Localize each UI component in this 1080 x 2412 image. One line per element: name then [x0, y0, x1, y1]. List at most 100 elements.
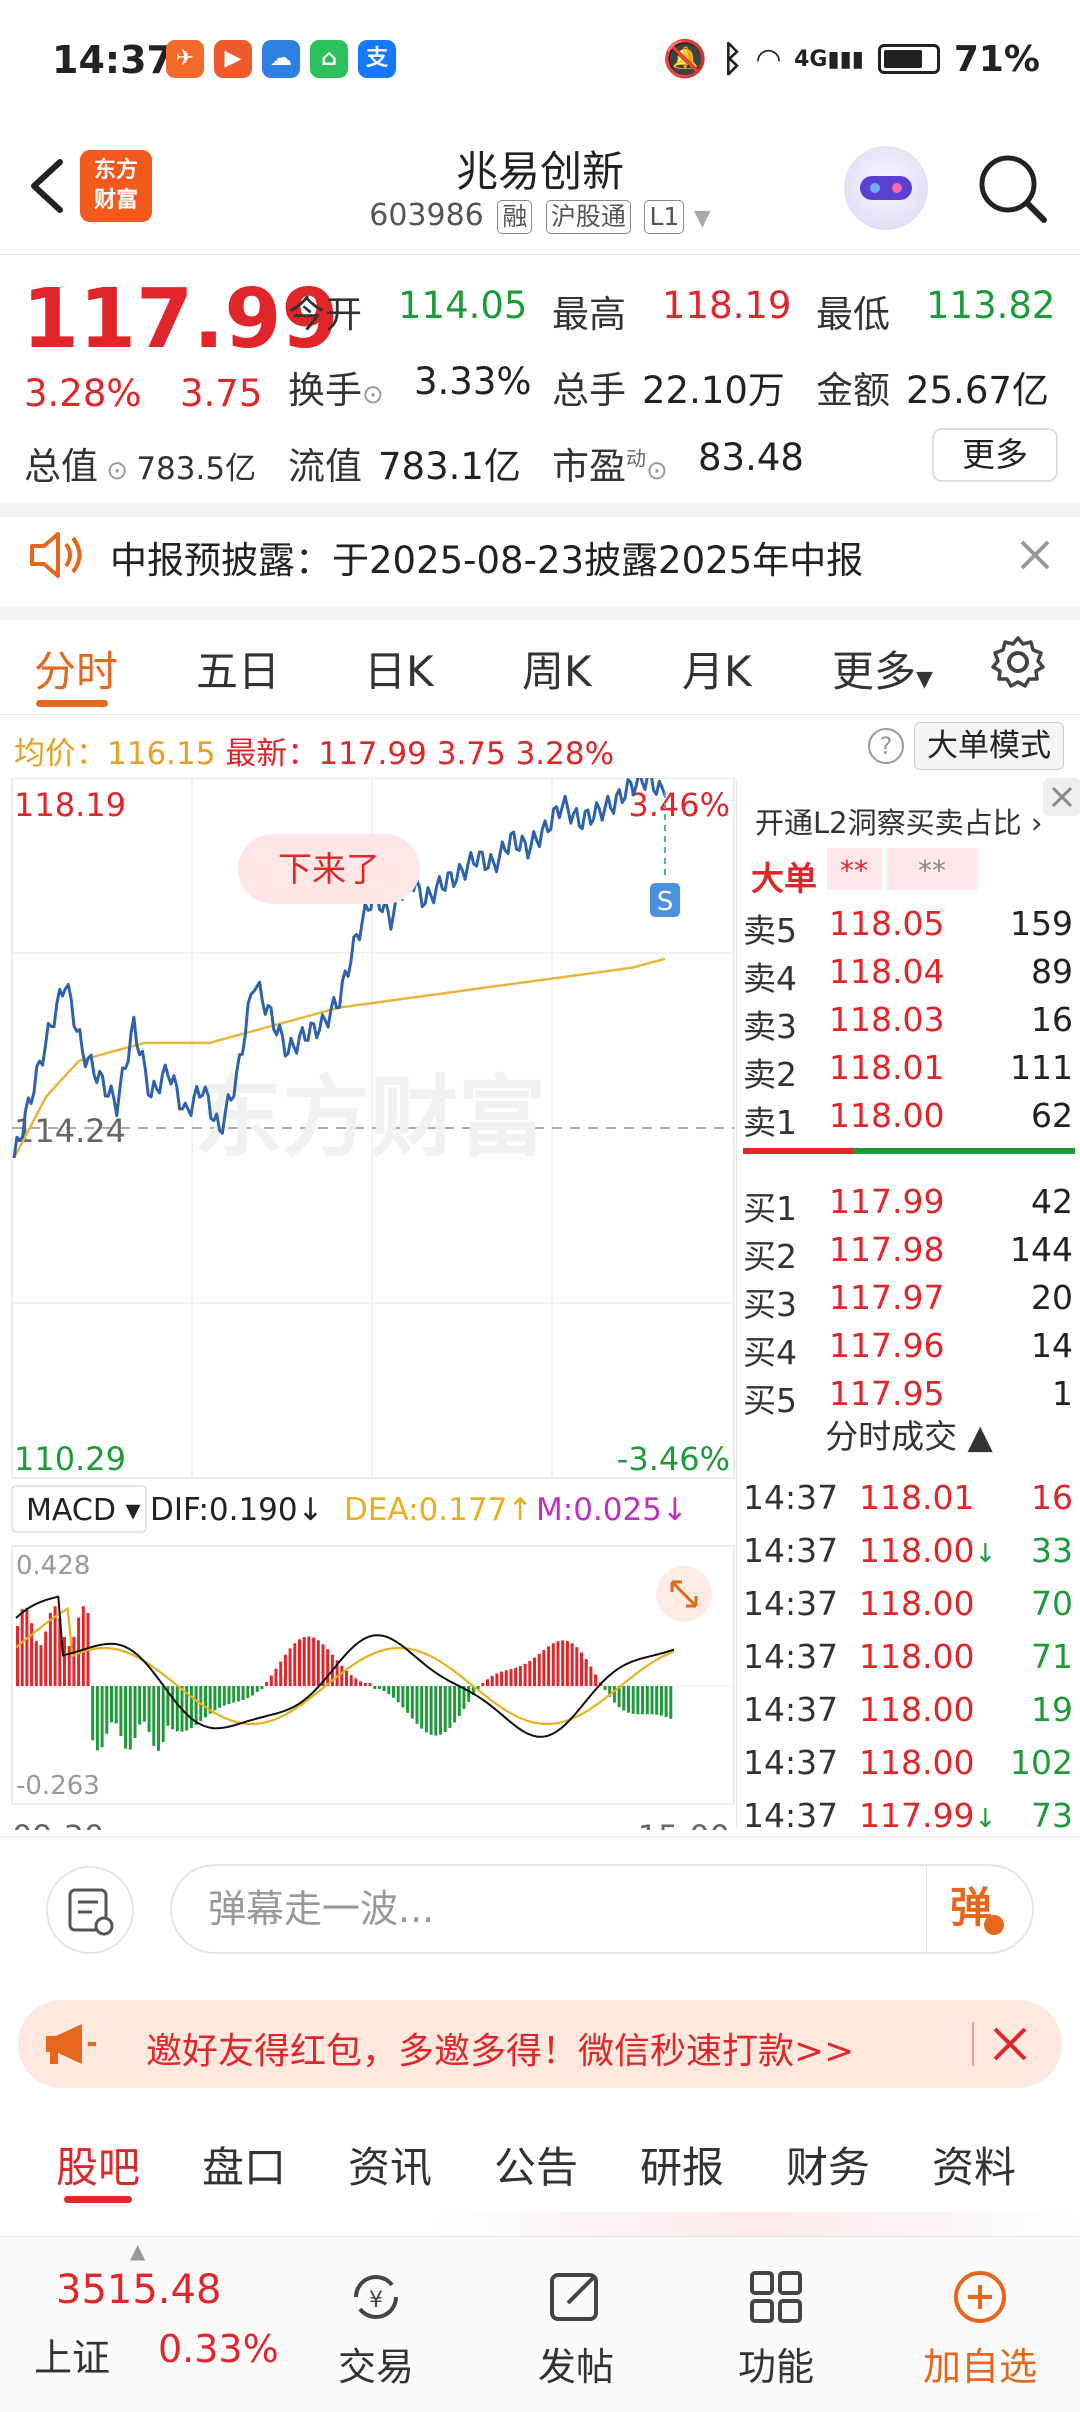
- macd-bar: [218, 1686, 222, 1708]
- macd-bar: [133, 1686, 137, 1738]
- trade-icon: ¥: [354, 2275, 398, 2319]
- intraday-chart[interactable]: 东方财富 118.19 114.24 110.29 3.46% -3.46% 下来了 S MAC…: [0, 769, 736, 1856]
- macd-bar: [293, 1643, 297, 1686]
- tick-price: 117.99↓: [859, 1796, 997, 1835]
- chart-svg: 东方财富 118.19 114.24 110.29 3.46% -3.46% 下来了 S MAC…: [11, 769, 735, 1856]
- tab-daily-k[interactable]: 日K: [364, 638, 434, 699]
- tab-finance[interactable]: 财务: [786, 2134, 870, 2195]
- more-quote-button[interactable]: 更多: [932, 428, 1058, 482]
- tab-announcements[interactable]: 公告: [494, 2134, 578, 2195]
- grid-icon: [750, 2271, 802, 2323]
- l2-insight-link[interactable]: 开通L2洞察买卖占比 ›: [755, 800, 1042, 842]
- tab-profile[interactable]: 资料: [932, 2134, 1016, 2195]
- danmu-settings-icon[interactable]: [46, 1866, 134, 1954]
- tick-volume: 73: [1031, 1796, 1073, 1835]
- bottom-nav: ▲ 3515.48 上证 0.33% ¥ 交易 发帖 功能 加自选: [0, 2236, 1080, 2412]
- pct-max-label: 3.46%: [628, 786, 730, 824]
- turnover-value: 3.33%: [414, 360, 532, 403]
- app-notification-icon: ✈: [166, 40, 204, 78]
- tick-volume: 16: [1031, 1478, 1073, 1517]
- nav-add-watchlist[interactable]: 加自选: [910, 2267, 1050, 2391]
- tick-trades-title[interactable]: 分时成交 ▲: [737, 1410, 1080, 1458]
- tab-more[interactable]: 更多▼: [832, 638, 933, 699]
- buy-ratio-bar: [853, 1148, 1075, 1154]
- macd-bar: [307, 1636, 311, 1686]
- big-order-mode-button[interactable]: 大单模式: [914, 722, 1064, 770]
- macd-bar: [622, 1686, 626, 1711]
- search-icon[interactable]: [976, 152, 1048, 224]
- tick-trade-row: 14:37 118.00 19: [737, 1684, 1080, 1732]
- pe-label: 市盈动⊙: [552, 445, 668, 488]
- macd-bar: [48, 1612, 52, 1686]
- macd-bar: [171, 1686, 175, 1730]
- battery-percent: 71%: [953, 38, 1040, 80]
- row-price: 117.97: [829, 1278, 945, 1317]
- invite-banner[interactable]: 邀好友得红包，多邀多得！微信秒速打款>>: [18, 2000, 1062, 2088]
- battery-icon: [877, 44, 940, 74]
- macd-bar: [194, 1686, 198, 1725]
- nav-trade[interactable]: ¥ 交易: [306, 2267, 446, 2391]
- close-banner-icon[interactable]: [992, 2026, 1028, 2062]
- tab-monthly-k[interactable]: 月K: [682, 638, 752, 699]
- tick-volume: 102: [1010, 1743, 1073, 1782]
- macd-bar: [669, 1686, 673, 1719]
- tab-news[interactable]: 资讯: [348, 2134, 432, 2195]
- divider: [0, 503, 1080, 517]
- tab-order-book[interactable]: 盘口: [202, 2134, 286, 2195]
- macd-bar: [105, 1686, 109, 1734]
- tick-price: 118.00: [859, 1637, 975, 1676]
- macd-bar: [255, 1686, 259, 1692]
- watermark-text: 东方财富: [194, 1066, 546, 1169]
- danmu-input[interactable]: 弹幕走一波...: [170, 1864, 1034, 1954]
- macd-bar: [382, 1686, 386, 1692]
- tab-intraday[interactable]: 分时: [34, 638, 118, 699]
- tab-forum[interactable]: 股吧: [56, 2134, 140, 2195]
- float-cap-value: 783.1亿: [378, 445, 521, 488]
- macd-title: MACD ▾: [26, 1493, 141, 1528]
- nav-post[interactable]: 发帖: [506, 2267, 646, 2391]
- edit-icon: [550, 2273, 598, 2321]
- macd-bar: [39, 1645, 43, 1686]
- macd-bar: [100, 1686, 104, 1748]
- amount-label: 金额: [816, 369, 890, 412]
- macd-bar: [537, 1653, 541, 1686]
- big-order-buy-value: **: [827, 848, 881, 890]
- assistant-robot-icon[interactable]: [844, 146, 928, 230]
- volume-label: 总手: [552, 369, 626, 412]
- price-info-line: 均价：116.15 最新：117.99 3.75 3.28%: [14, 736, 615, 772]
- buy-level-row: 买2 117.98 144: [737, 1224, 1080, 1276]
- stock-header: 东方财富 兆易创新 603986 融 沪股通 L1 ▼: [0, 120, 1080, 255]
- help-icon[interactable]: ?: [868, 728, 904, 764]
- tab-weekly-k[interactable]: 周K: [522, 638, 592, 699]
- status-time: 14:37: [52, 38, 173, 82]
- y-mid-label: 114.24: [14, 1112, 126, 1150]
- index-value[interactable]: 3515.48: [56, 2267, 221, 2313]
- macd-bar: [265, 1681, 269, 1686]
- macd-bar: [161, 1686, 165, 1743]
- row-label: 买4: [743, 1333, 797, 1372]
- tick-trade-row: 14:37 118.00 71: [737, 1631, 1080, 1679]
- row-volume: 16: [1031, 1000, 1073, 1039]
- tick-time: 14:37: [743, 1690, 839, 1729]
- expand-icon[interactable]: ▲: [130, 2239, 145, 2263]
- macd-bar: [627, 1686, 630, 1713]
- tick-trade-row: 14:37 117.99↓ 73: [737, 1790, 1080, 1838]
- macd-bar: [659, 1686, 663, 1716]
- macd-bar: [147, 1686, 151, 1732]
- nav-functions[interactable]: 功能: [706, 2267, 846, 2391]
- sell-level-row: 卖2 118.01 111: [737, 1042, 1080, 1094]
- notice-text[interactable]: 中报预披露：于2025-08-23披露2025年中报: [110, 530, 863, 584]
- close-notice-icon[interactable]: [1018, 538, 1052, 572]
- macd-bar: [189, 1686, 193, 1729]
- danmu-send-button[interactable]: 弹: [950, 1874, 1005, 1935]
- change-percent: 3.28%: [24, 372, 142, 415]
- row-price: 118.04: [829, 952, 945, 991]
- macd-bar: [396, 1686, 400, 1703]
- settings-gear-icon[interactable]: [990, 634, 1046, 690]
- macd-bar: [636, 1686, 640, 1715]
- tab-five-day[interactable]: 五日: [196, 638, 280, 699]
- annotation-text: 下来了: [278, 850, 380, 890]
- tab-research[interactable]: 研报: [640, 2134, 724, 2195]
- macd-bar: [312, 1637, 316, 1686]
- close-l2-icon[interactable]: [1043, 778, 1080, 816]
